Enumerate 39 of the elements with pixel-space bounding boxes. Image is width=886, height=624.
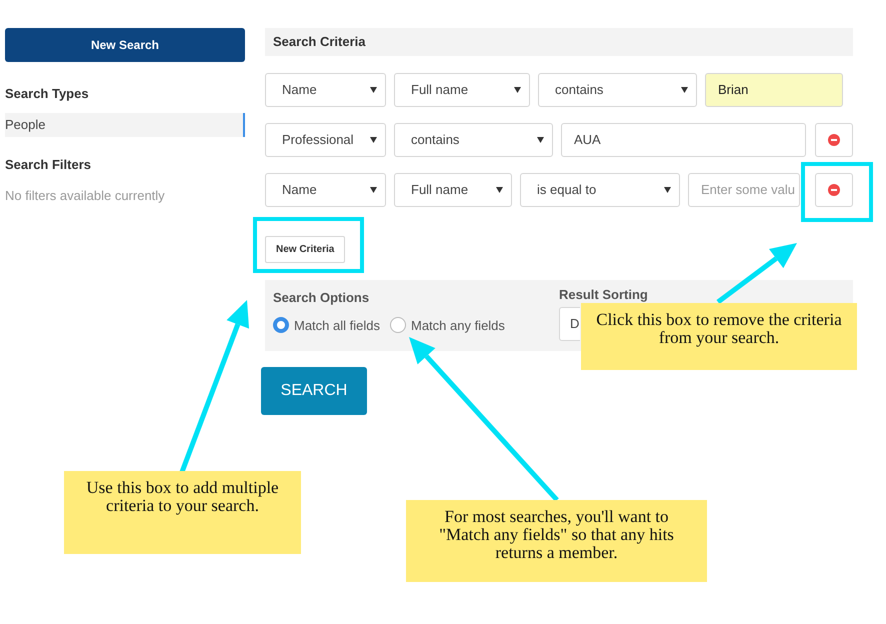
minus-circle-icon <box>828 134 840 146</box>
dropdown[interactable]: Name <box>265 173 386 207</box>
section-heading: Search Types <box>5 85 90 103</box>
dropdown[interactable]: contains <box>394 123 553 157</box>
new-search-button[interactable]: New Search <box>5 28 245 62</box>
empty-filters-text: No filters available currently <box>5 187 166 205</box>
callout-note: Click this box to remove the criteria from your search. <box>581 303 857 370</box>
caret-icon <box>496 187 503 193</box>
search-button[interactable]: SEARCH <box>261 367 367 415</box>
caret-icon <box>370 187 377 193</box>
input-field[interactable]: Brian <box>705 73 843 107</box>
section-header: Search Criteria <box>265 28 853 56</box>
dropdown[interactable]: Name <box>265 73 386 107</box>
radio-option[interactable]: Match any fields <box>390 316 505 335</box>
remove-button[interactable] <box>815 123 853 157</box>
dropdown[interactable]: contains <box>538 73 697 107</box>
caret-icon <box>514 87 521 93</box>
remove-button[interactable] <box>815 173 853 207</box>
section-heading: Result Sorting <box>559 288 648 302</box>
caret-icon <box>664 187 671 193</box>
dropdown[interactable]: is equal to <box>520 173 680 207</box>
input-field[interactable]: AUA <box>561 123 806 157</box>
caret-icon <box>681 87 688 93</box>
caret-icon <box>370 87 377 93</box>
search-type-item[interactable]: People <box>5 112 245 136</box>
dropdown[interactable]: Full name <box>394 173 512 207</box>
radio-option[interactable]: Match all fields <box>273 316 380 335</box>
dropdown[interactable]: Professional <box>265 123 386 157</box>
minus-circle-icon <box>828 184 840 196</box>
callout-note: For most searches, you'll want to "Match any fields" so that any hits returns a member. <box>406 500 707 582</box>
new-criteria-button[interactable]: New Criteria <box>265 236 346 263</box>
section-heading: Search Options <box>273 289 370 307</box>
highlight-frame <box>801 162 873 222</box>
dropdown[interactable]: Full name <box>394 73 530 107</box>
sorting-dropdown[interactable]: D <box>559 307 580 341</box>
callout-note: Use this box to add multiple criteria to your search. <box>64 471 301 554</box>
caret-icon <box>537 137 544 143</box>
caret-icon <box>370 137 377 143</box>
section-heading: Search Filters <box>5 156 92 174</box>
